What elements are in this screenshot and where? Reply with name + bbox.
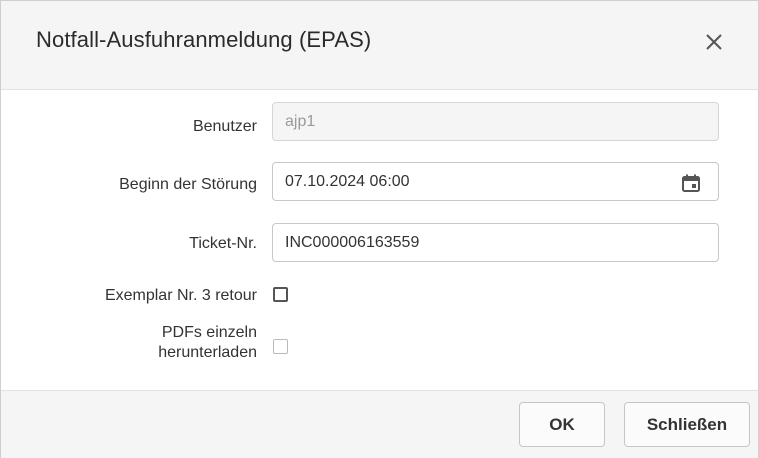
dialog-title: Notfall-Ausfuhranmeldung (EPAS)	[36, 27, 372, 52]
exemplar-checkbox[interactable]	[273, 287, 288, 302]
dialog-footer: OK Schließen	[1, 390, 758, 458]
pdfs-label-line2: herunterladen	[158, 344, 257, 361]
ok-button[interactable]: OK	[519, 402, 605, 447]
ticket-value: INC000006163559	[285, 233, 420, 251]
benutzer-label: Benutzer	[192, 118, 257, 135]
ticket-label: Ticket-Nr.	[189, 235, 257, 252]
close-button[interactable]: Schließen	[624, 402, 750, 447]
beginn-value: 07.10.2024 06:00	[285, 172, 410, 190]
beginn-datetime-field[interactable]: 07.10.2024 06:00	[272, 162, 719, 201]
pdfs-label-line1: PDFs einzeln	[161, 324, 257, 341]
calendar-icon[interactable]	[681, 173, 701, 193]
exemplar-label: Exemplar Nr. 3 retour	[104, 287, 257, 304]
dialog-header: Notfall-Ausfuhranmeldung (EPAS)	[1, 1, 758, 90]
close-icon[interactable]	[699, 27, 729, 57]
pdfs-label: PDFs einzeln herunterladen	[158, 323, 257, 363]
benutzer-value: ajp1	[285, 112, 316, 130]
ticket-number-field[interactable]: INC000006163559	[272, 223, 719, 262]
benutzer-field: ajp1	[272, 102, 719, 141]
pdfs-checkbox	[273, 339, 288, 354]
dialog-body: Benutzer ajp1 Beginn der Störung 07.10.2…	[1, 90, 758, 390]
emergency-export-dialog: Notfall-Ausfuhranmeldung (EPAS) Benutzer…	[0, 0, 759, 458]
beginn-label: Beginn der Störung	[119, 176, 257, 193]
